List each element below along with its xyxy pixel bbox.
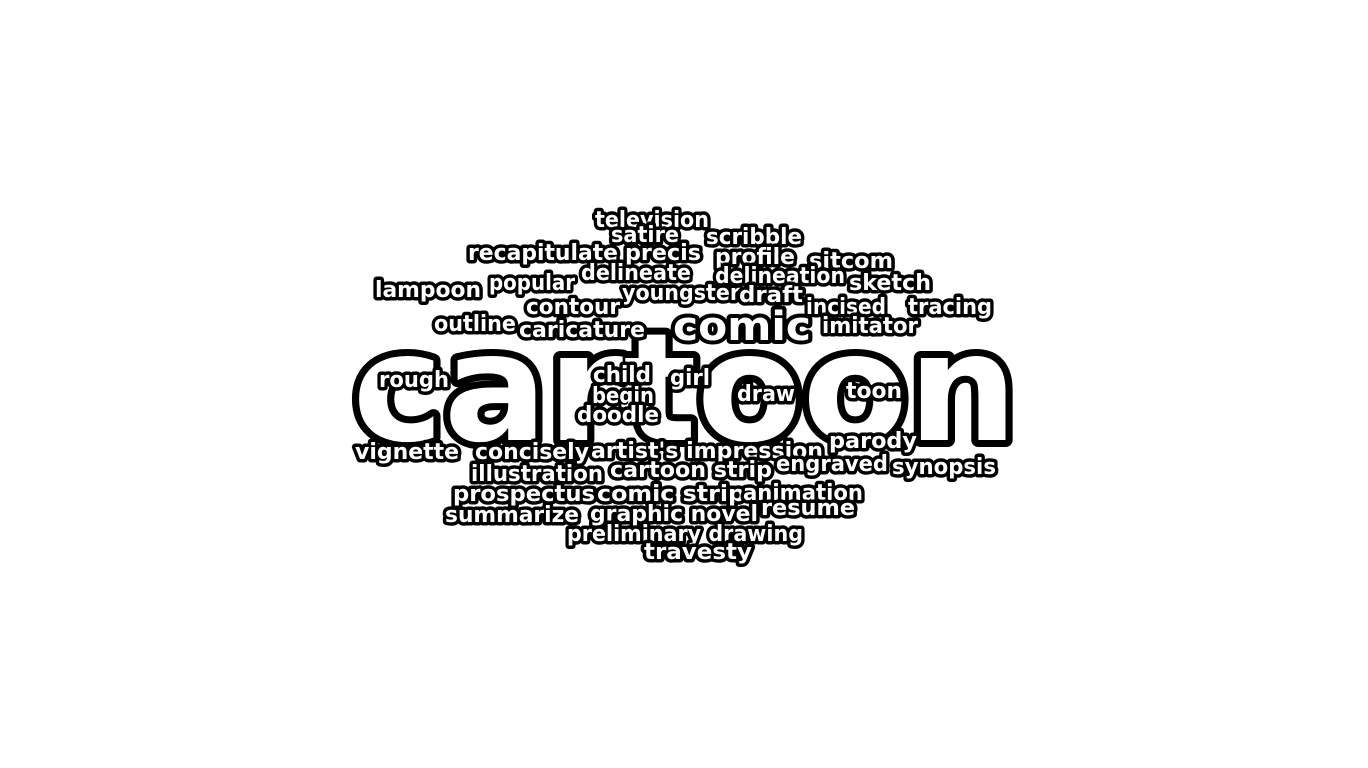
word-parody: parody xyxy=(829,429,917,454)
word-synopsis: synopsis xyxy=(892,455,996,480)
word-outline: outline xyxy=(434,312,516,337)
word-summarize: summarize xyxy=(445,503,579,528)
word-sketch: sketch xyxy=(849,271,931,296)
word-doodle: doodle xyxy=(577,403,659,428)
word-draw: draw xyxy=(737,382,795,407)
word-cartoon-strip: cartoon strip xyxy=(610,458,772,483)
word-cloud: cartoon comic television satire scribble… xyxy=(346,205,1025,569)
word-popular: popular xyxy=(489,271,575,296)
word-rough: rough xyxy=(379,368,449,393)
word-comic: comic xyxy=(673,304,811,350)
word-resume: resume xyxy=(761,496,855,521)
word-youngster: youngster xyxy=(622,281,740,306)
word-lampoon: lampoon xyxy=(375,278,481,303)
word-imitator: imitator xyxy=(822,314,918,339)
word-caricature: caricature xyxy=(519,318,645,343)
word-toon: toon xyxy=(846,379,902,404)
word-engraved: engraved xyxy=(776,452,888,477)
word-vignette: vignette xyxy=(355,440,459,465)
word-draft: draft xyxy=(739,283,804,308)
word-girl: girl xyxy=(670,366,710,391)
word-travesty: travesty xyxy=(644,540,752,565)
word-contour: contour xyxy=(526,295,620,320)
word-tracing: tracing xyxy=(908,295,992,320)
